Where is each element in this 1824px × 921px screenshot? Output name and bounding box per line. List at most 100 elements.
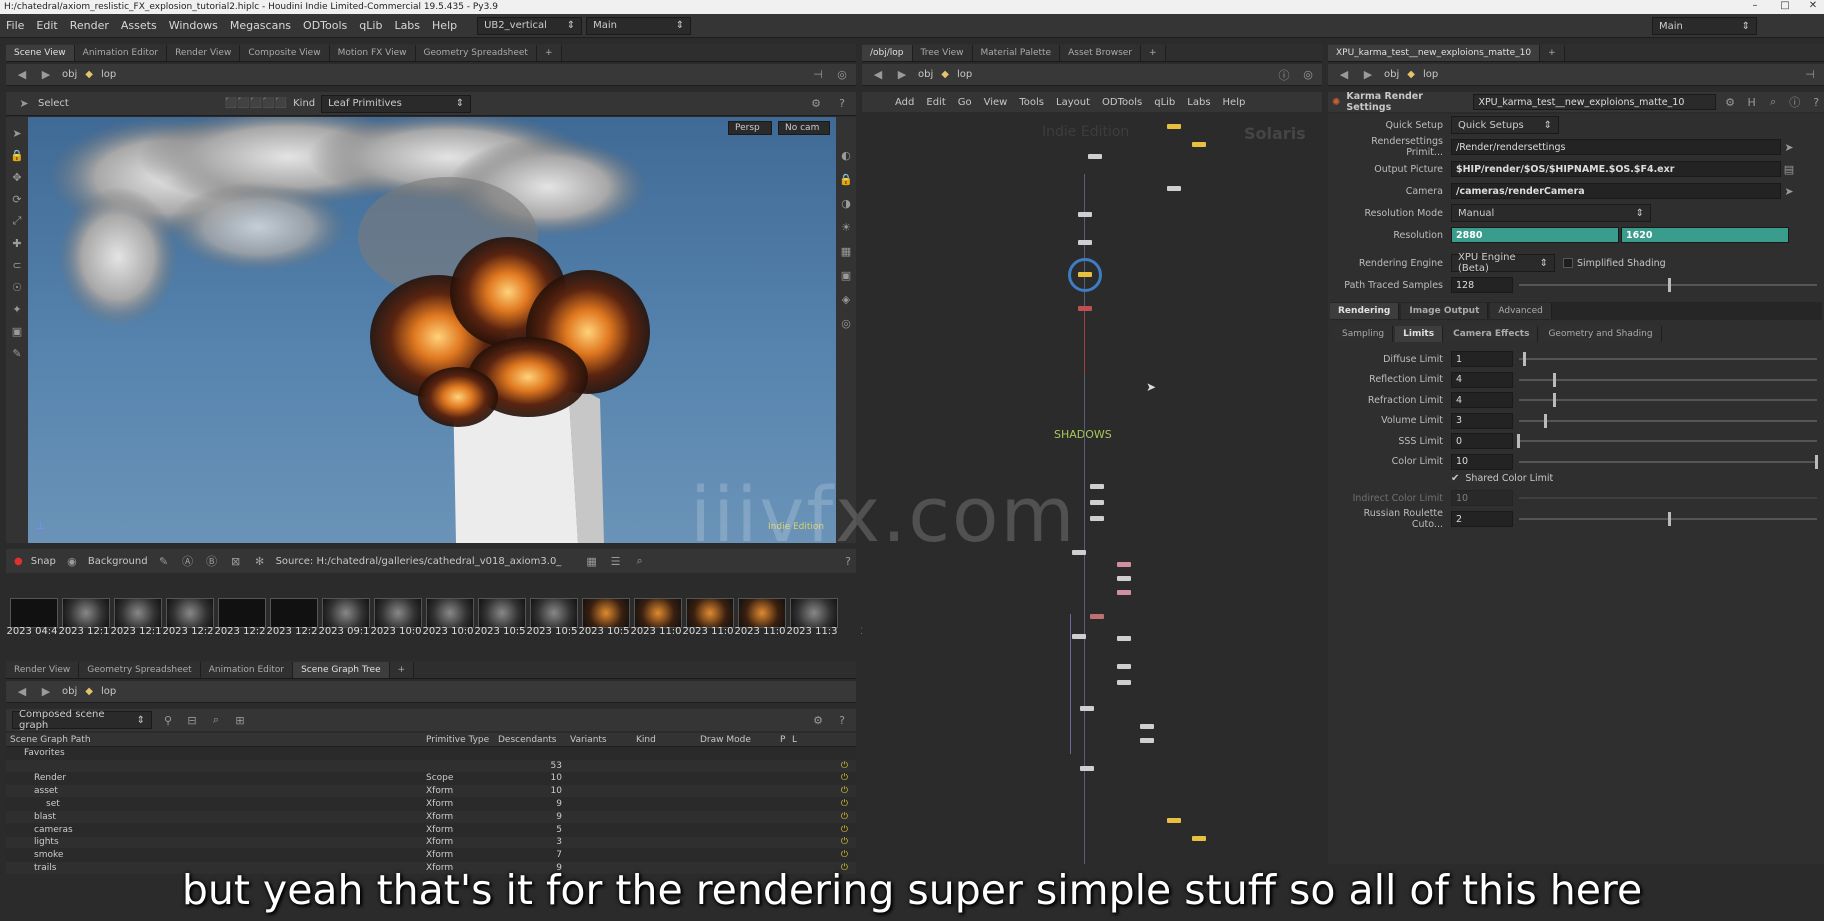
scene-graph-mode-select[interactable]: Composed scene graph ⇕	[12, 709, 152, 731]
paint-icon[interactable]: ✎	[9, 345, 25, 361]
link-icon[interactable]: ◎	[834, 67, 850, 83]
net-menu-go[interactable]: Go	[953, 97, 977, 108]
limit-slider[interactable]	[1519, 454, 1818, 469]
b-icon[interactable]: Ⓑ	[204, 553, 220, 569]
back-arrow-icon[interactable]: ◀	[14, 67, 30, 83]
limit-slider[interactable]	[1517, 434, 1817, 448]
gear-icon[interactable]: ⚙	[1722, 94, 1738, 110]
visibility-toggle-icon[interactable]: ⏻	[841, 812, 848, 822]
tab-advanced[interactable]: Advanced	[1490, 303, 1552, 319]
shading-icon[interactable]: ◑	[838, 195, 854, 211]
pose-icon[interactable]: ☉	[9, 279, 25, 295]
path-traced-samples-slider[interactable]	[1519, 278, 1817, 292]
slider-knob[interactable]	[1815, 454, 1818, 469]
settings-icon[interactable]: ✻	[252, 553, 268, 569]
table-row[interactable]: blast Xform 9 ⏻	[6, 810, 856, 824]
scale-icon[interactable]: ⤢	[9, 213, 25, 229]
tab-motion-fx-view[interactable]: Motion FX View	[329, 45, 416, 61]
network-node[interactable]	[1192, 142, 1206, 147]
help-icon[interactable]: ?	[834, 712, 850, 728]
network-node[interactable]	[1078, 240, 1092, 245]
tab-scene-view[interactable]: Scene View	[6, 45, 75, 61]
slider-knob[interactable]	[1668, 278, 1671, 292]
rendering-engine-select[interactable]: XPU Engine (Beta) ⇕	[1451, 252, 1555, 274]
background-button[interactable]: Background	[88, 556, 148, 567]
path-lop[interactable]: lop	[1423, 69, 1438, 80]
tab-obj-lop[interactable]: /obj/lop	[862, 45, 913, 61]
table-row[interactable]: cameras Xform 5 ⏻	[6, 824, 856, 837]
network-node[interactable]	[1140, 738, 1154, 743]
forward-arrow-icon[interactable]: ▶	[1360, 67, 1376, 83]
col-draw-mode[interactable]: Draw Mode	[700, 735, 780, 745]
limit-value-field[interactable]: 3	[1451, 412, 1513, 429]
col-p[interactable]: P	[780, 735, 792, 745]
h-icon[interactable]: H	[1744, 94, 1760, 110]
indirect-color-limit-slider[interactable]	[1519, 497, 1817, 499]
limit-slider[interactable]	[1519, 393, 1817, 407]
menu-megascans[interactable]: Megascans	[224, 19, 297, 32]
help-icon[interactable]: ?	[1808, 94, 1824, 110]
net-menu-layout[interactable]: Layout	[1051, 97, 1095, 108]
link-icon[interactable]: ◎	[1300, 67, 1316, 83]
grid-view-icon[interactable]: ▦	[584, 553, 600, 569]
table-row[interactable]: Render Scope 10 ⏻	[6, 773, 856, 786]
camera-field[interactable]: /cameras/renderCamera	[1451, 183, 1781, 199]
path-lop[interactable]: lop	[101, 69, 116, 80]
forward-arrow-icon[interactable]: ▶	[38, 67, 54, 83]
path-lop[interactable]: lop	[101, 686, 116, 697]
tab-render-view[interactable]: Render View	[167, 45, 241, 61]
add-tab-button[interactable]: +	[536, 45, 562, 61]
network-node[interactable]	[1090, 484, 1104, 489]
net-menu-help[interactable]: Help	[1218, 97, 1251, 108]
simplified-shading-checkbox[interactable]	[1563, 258, 1573, 268]
net-menu-labs[interactable]: Labs	[1182, 97, 1215, 108]
menu-file[interactable]: File	[0, 19, 30, 32]
network-node[interactable]	[1167, 124, 1181, 129]
tree-icon[interactable]: ⊞	[232, 712, 248, 728]
network-node[interactable]	[1167, 818, 1181, 823]
handle-icon[interactable]: ✚	[9, 235, 25, 251]
forward-arrow-icon[interactable]: ▶	[894, 67, 910, 83]
network-node[interactable]	[1078, 306, 1092, 311]
add-tab-button[interactable]: +	[389, 662, 415, 678]
light-icon[interactable]: ✦	[9, 301, 25, 317]
net-menu-edit[interactable]: Edit	[921, 97, 950, 108]
gear-icon[interactable]: ⚙	[810, 712, 826, 728]
tab-material-palette[interactable]: Material Palette	[972, 45, 1061, 61]
table-row[interactable]: set Xform 9 ⏻	[6, 798, 856, 811]
limit-slider[interactable]	[1519, 372, 1817, 387]
slider-knob[interactable]	[1543, 413, 1547, 428]
net-menu-view[interactable]: View	[979, 97, 1013, 108]
limit-value-field[interactable]: 1	[1451, 351, 1513, 367]
menu-labs[interactable]: Labs	[388, 19, 426, 32]
path-traced-samples-field[interactable]: 128	[1451, 277, 1513, 293]
close-icon[interactable]: ✕	[1798, 0, 1824, 14]
grid-icon[interactable]: ▦	[838, 243, 854, 259]
tab-geometry-spreadsheet-lower[interactable]: Geometry Spreadsheet	[79, 662, 201, 678]
path-lop[interactable]: lop	[957, 69, 972, 80]
network-node[interactable]	[1080, 706, 1094, 711]
limit-slider[interactable]	[1519, 352, 1817, 366]
visibility-toggle-icon[interactable]: ⏻	[841, 799, 848, 809]
menu-assets[interactable]: Assets	[115, 19, 163, 32]
pin-icon[interactable]: ⊣	[810, 67, 826, 83]
back-arrow-icon[interactable]: ◀	[14, 684, 30, 700]
visibility-toggle-icon[interactable]: ⏻	[841, 837, 848, 847]
info-icon[interactable]: ⓘ	[1276, 67, 1292, 83]
search-icon[interactable]: ⌕	[1765, 94, 1781, 110]
minimize-icon[interactable]: –	[1740, 0, 1770, 14]
menu-qlib[interactable]: qLib	[353, 19, 388, 32]
add-tab-button[interactable]: +	[1540, 45, 1565, 61]
net-menu-add[interactable]: Add	[890, 97, 919, 108]
shadows-sticky-note[interactable]: SHADOWS	[1054, 428, 1112, 441]
table-row[interactable]: lights Xform 3 ⏻	[6, 836, 856, 850]
select-arrow-icon[interactable]: ➤	[1781, 139, 1797, 155]
table-row[interactable]: asset Xform 10 ⏻	[6, 785, 856, 799]
slider-knob[interactable]	[1517, 434, 1520, 448]
menu-windows[interactable]: Windows	[163, 19, 224, 32]
indirect-color-limit-field[interactable]: 10	[1451, 490, 1513, 506]
favorites-row[interactable]: Favorites	[6, 747, 856, 760]
maximize-icon[interactable]: □	[1770, 0, 1800, 14]
pin-icon[interactable]: ⊣	[1802, 67, 1818, 83]
limit-value-field[interactable]: 4	[1451, 392, 1513, 408]
